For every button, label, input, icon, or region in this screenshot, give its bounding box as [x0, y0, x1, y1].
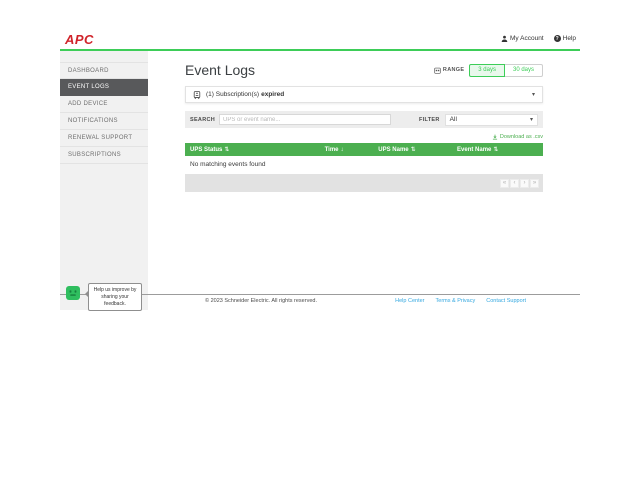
sidebar: DASHBOARD EVENT LOGS ADD DEVICE NOTIFICA… [60, 51, 148, 310]
download-csv-link[interactable]: Download as .csv [492, 133, 543, 141]
help-button[interactable]: ? Help [554, 35, 576, 42]
main-content: Event Logs RANGE 3 days 30 days (1) S [148, 51, 580, 192]
filter-label: FILTER [419, 117, 440, 123]
empty-state-message: No matching events found [185, 156, 543, 170]
range-3-days-button[interactable]: 3 days [469, 64, 505, 77]
ups-device-icon [193, 91, 201, 99]
column-header-ups-name[interactable]: UPS Name ⇅ [378, 146, 457, 153]
chevron-down-icon: ▾ [530, 117, 533, 123]
banner-emphasis: expired [261, 91, 284, 98]
help-icon: ? [554, 35, 561, 42]
sidebar-item-add-device[interactable]: ADD DEVICE [60, 96, 148, 113]
range-label: RANGE [434, 67, 464, 74]
table-header: UPS Status ⇅ Time ↓ UPS Name ⇅ Event Nam… [185, 143, 543, 156]
title-row: Event Logs RANGE 3 days 30 days [185, 61, 543, 79]
feedback-face-icon [68, 288, 78, 298]
contact-support-link[interactable]: Contact Support [486, 298, 526, 304]
next-page-button[interactable]: › [520, 179, 529, 188]
calendar-range-icon [434, 67, 441, 74]
download-row: Download as .csv [185, 133, 543, 141]
sidebar-item-renewal-support[interactable]: RENEWAL SUPPORT [60, 130, 148, 147]
app-window: APC My Account ? Help DASHBOARD EVENT LO… [60, 28, 580, 328]
search-filter-bar: SEARCH FILTER All ▾ [185, 111, 543, 128]
chevron-down-icon[interactable]: ▾ [532, 92, 535, 98]
sidebar-item-subscriptions[interactable]: SUBSCRIPTIONS [60, 147, 148, 164]
sort-icon: ↓ [341, 147, 344, 153]
search-label: SEARCH [190, 117, 215, 123]
my-account-button[interactable]: My Account [501, 35, 544, 42]
banner-text: (1) Subscription(s) [206, 91, 259, 98]
last-page-button[interactable]: » [530, 179, 539, 188]
person-icon [501, 35, 508, 42]
footer: © 2023 Schneider Electric. All rights re… [185, 298, 543, 304]
subscription-expired-banner[interactable]: (1) Subscription(s) expired ▾ [185, 86, 543, 103]
search-input[interactable] [219, 114, 391, 125]
top-bar: APC My Account ? Help [60, 28, 580, 49]
range-button-group: 3 days 30 days [469, 64, 543, 77]
first-page-button[interactable]: « [500, 179, 509, 188]
sort-icon: ⇅ [411, 146, 416, 153]
footer-links: Help Center Terms & Privacy Contact Supp… [395, 298, 526, 304]
column-header-ups-status[interactable]: UPS Status ⇅ [185, 146, 325, 153]
sort-icon: ⇅ [224, 146, 229, 153]
help-center-link[interactable]: Help Center [395, 298, 424, 304]
pagination-bar: « ‹ › » [185, 174, 543, 192]
feedback-button[interactable] [66, 286, 80, 300]
help-label: Help [563, 35, 576, 42]
range-control: RANGE 3 days 30 days [434, 64, 543, 77]
apc-logo: APC [65, 32, 94, 47]
range-30-days-button[interactable]: 30 days [504, 64, 543, 77]
top-right-nav: My Account ? Help [501, 35, 576, 42]
my-account-label: My Account [510, 35, 544, 42]
copyright-text: © 2023 Schneider Electric. All rights re… [205, 298, 317, 304]
feedback-tooltip: Help us improve by sharing your feedback… [88, 283, 142, 311]
previous-page-button[interactable]: ‹ [510, 179, 519, 188]
column-header-time[interactable]: Time ↓ [325, 147, 379, 153]
download-icon [492, 134, 498, 140]
terms-privacy-link[interactable]: Terms & Privacy [436, 298, 476, 304]
filter-selected-value: All [450, 116, 457, 123]
sidebar-item-notifications[interactable]: NOTIFICATIONS [60, 113, 148, 130]
column-header-event-name[interactable]: Event Name ⇅ [457, 146, 543, 153]
filter-select[interactable]: All ▾ [445, 114, 538, 126]
page-title: Event Logs [185, 62, 255, 78]
sidebar-item-dashboard[interactable]: DASHBOARD [60, 62, 148, 79]
sidebar-item-event-logs[interactable]: EVENT LOGS [60, 79, 148, 96]
sort-icon: ⇅ [493, 146, 498, 153]
